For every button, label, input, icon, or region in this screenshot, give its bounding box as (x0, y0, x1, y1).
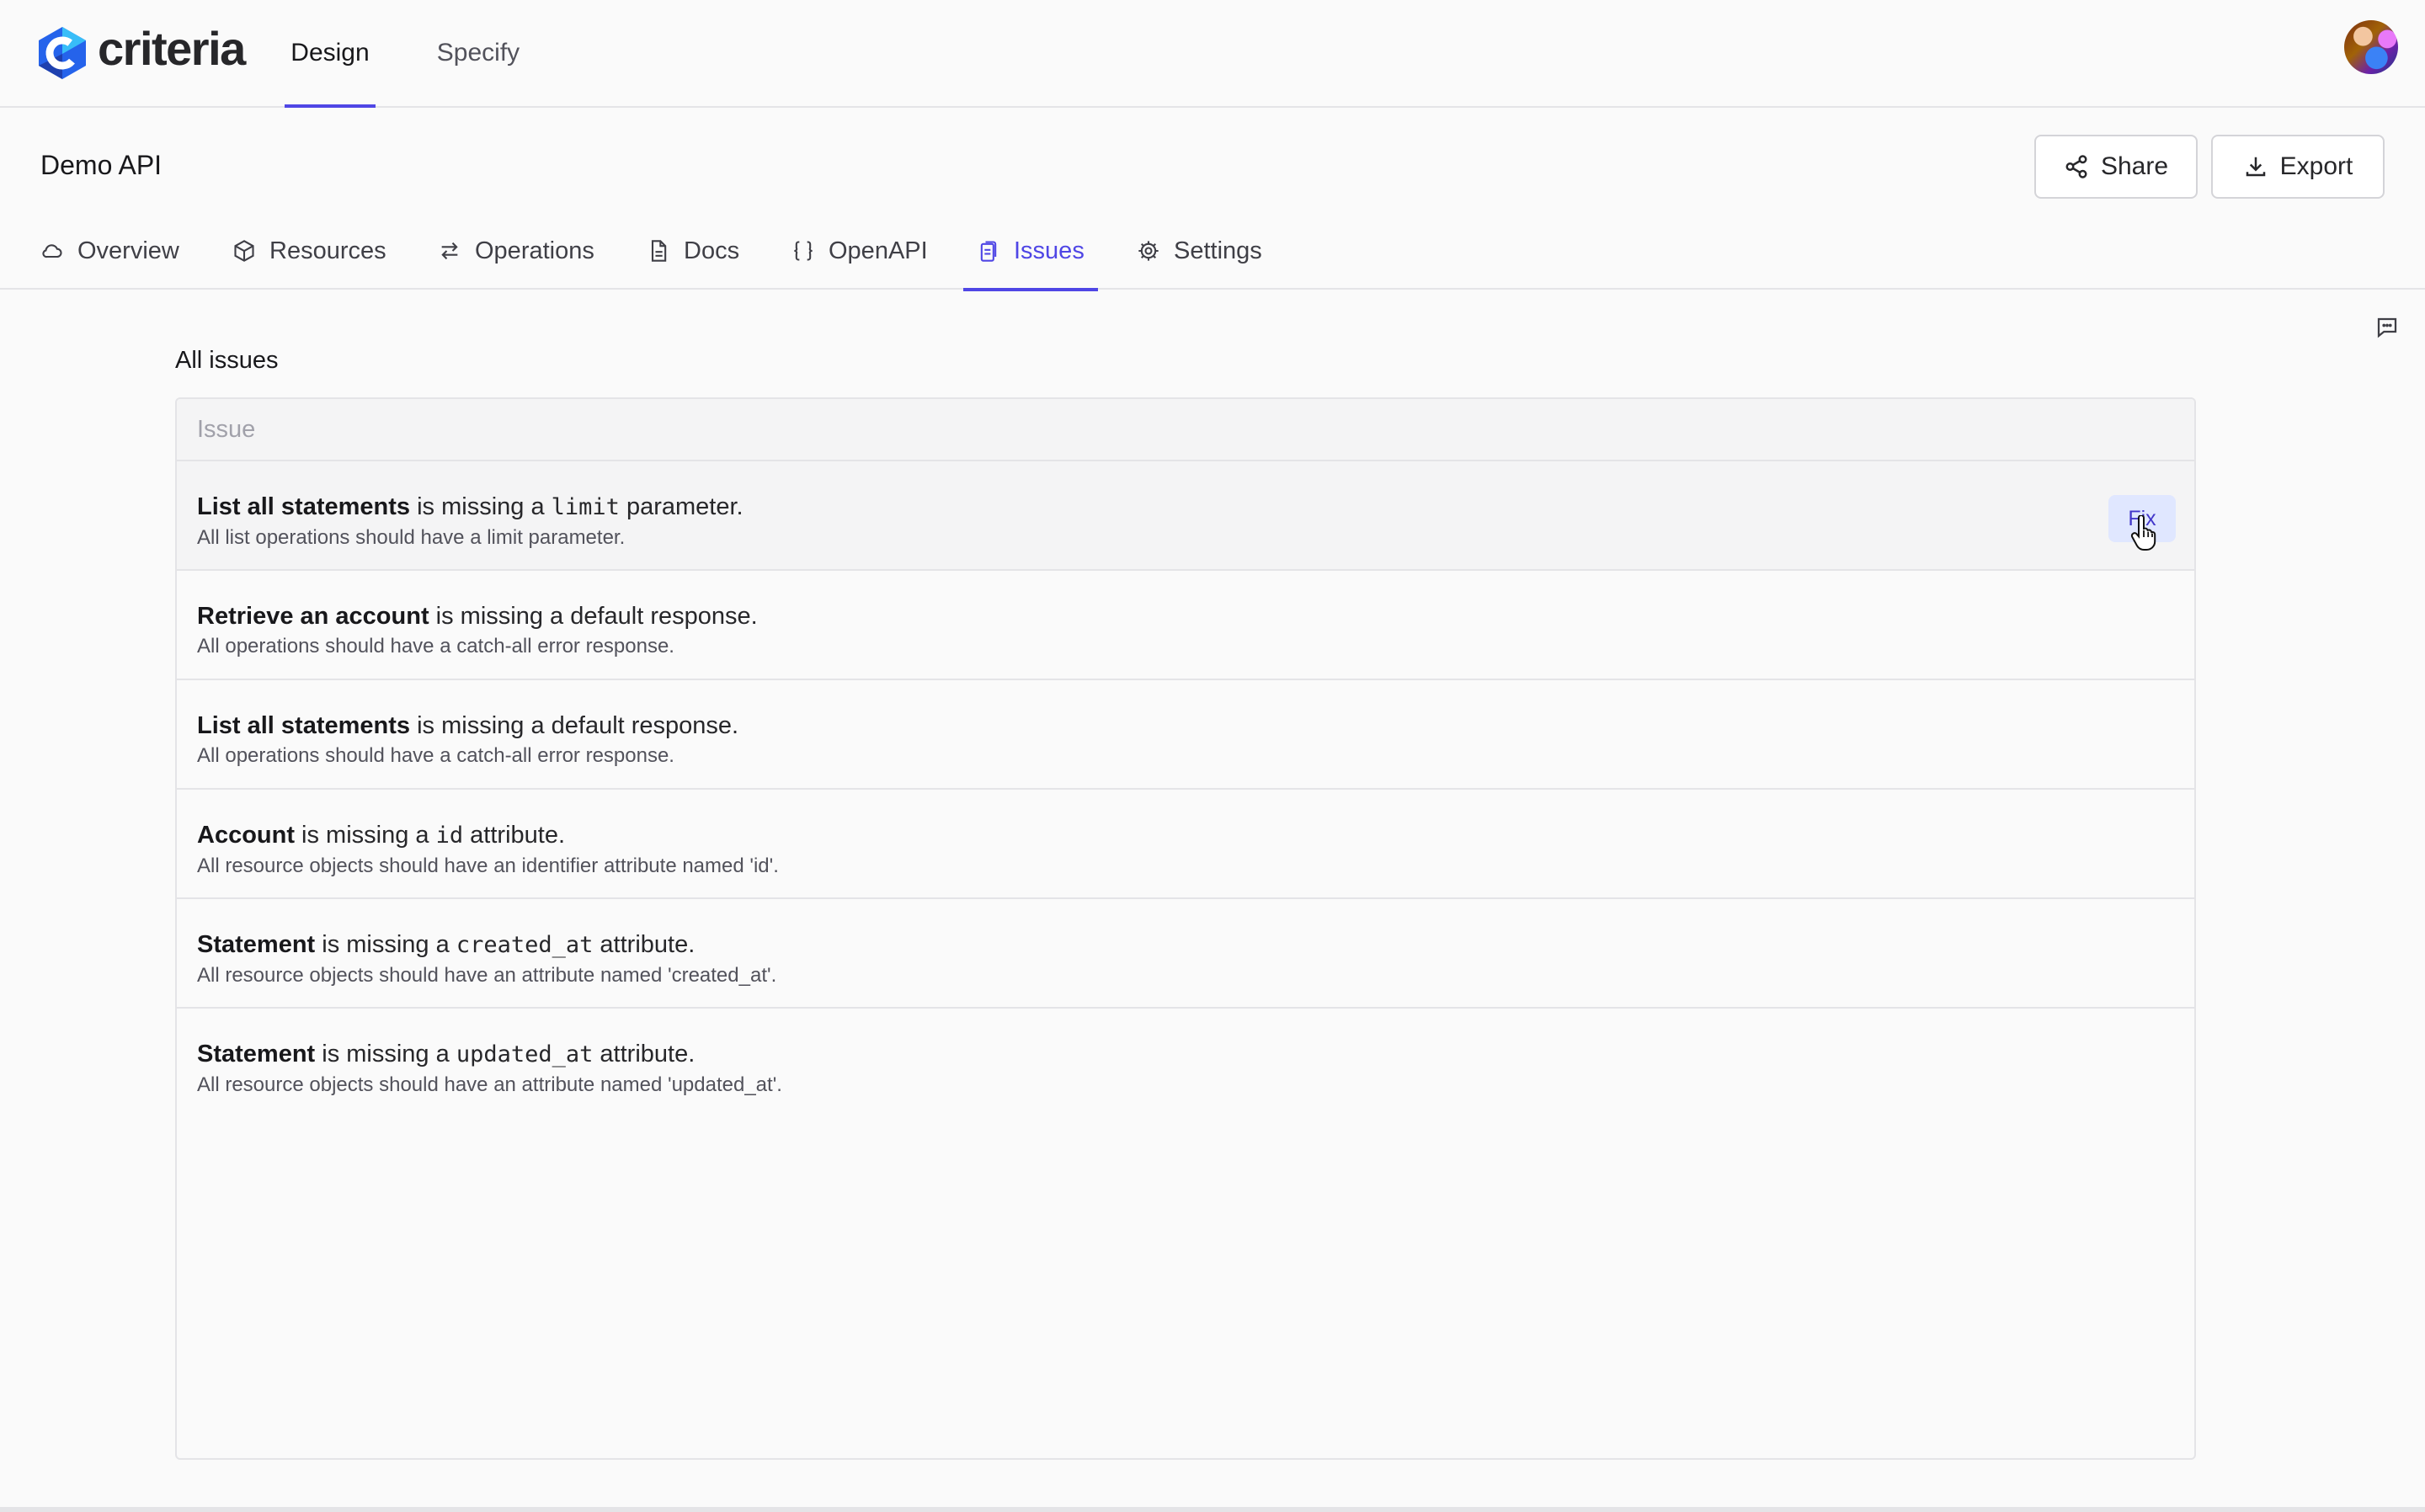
project-tabs: Overview Resources Operations Docs OpenA… (0, 212, 2425, 291)
cube-icon (234, 240, 254, 262)
issue-description: All operations should have a catch-all e… (197, 635, 674, 658)
bottom-divider (0, 1507, 2425, 1512)
issue-title: Account is missing a id attribute. (197, 818, 2194, 853)
criteria-logo-icon (39, 27, 86, 79)
issue-subject: List all statements (197, 493, 411, 520)
issue-title: List all statements is missing a default… (197, 709, 2194, 743)
table-row[interactable]: Account is missing a id attribute. All r… (177, 790, 2194, 899)
table-row[interactable]: List all statements is missing a default… (177, 680, 2194, 790)
tab-resources[interactable]: Resources (232, 212, 386, 290)
issue-text: is missing a (295, 822, 436, 849)
cloud-icon (42, 244, 62, 258)
issue-code: updated_at (456, 1041, 594, 1067)
download-icon (2246, 157, 2265, 177)
tab-label: Resources (269, 237, 386, 264)
tab-label: Docs (684, 237, 740, 264)
issue-title: Statement is missing a created_at attrib… (197, 928, 2194, 962)
tab-label: Issues (1014, 237, 1085, 264)
document-icon (651, 240, 667, 262)
top-tab-design[interactable]: Design (285, 0, 376, 108)
issue-description: All operations should have a catch-all e… (197, 744, 674, 767)
gear-icon (1138, 241, 1159, 261)
tab-docs[interactable]: Docs (647, 212, 739, 290)
page-title: Demo API (40, 150, 163, 180)
issue-text: is missing a default response. (429, 603, 758, 630)
braces-icon (794, 241, 813, 261)
issue-text: attribute. (463, 822, 566, 849)
tab-label: Settings (1174, 237, 1262, 264)
export-button-label: Export (2279, 152, 2353, 180)
hand-cursor-icon (2130, 515, 2156, 551)
logo-wordmark: criteria (98, 21, 246, 75)
issues-table: Issue List all statements is missing a l… (175, 397, 2196, 1460)
issue-text: is missing a (315, 1041, 456, 1067)
criteria-logo[interactable]: criteria (35, 22, 246, 81)
export-button[interactable]: Export (2211, 135, 2385, 199)
issue-code: limit (551, 494, 620, 520)
tab-operations[interactable]: Operations (438, 212, 594, 290)
issue-text: attribute. (593, 931, 696, 958)
issue-description: All list operations should have a limit … (197, 526, 626, 549)
issue-title: Retrieve an account is missing a default… (197, 599, 2194, 633)
issue-subject: Account (197, 822, 295, 849)
top-navigation-bar: criteria Design Specify (0, 0, 2425, 108)
comment-icon[interactable] (2374, 315, 2400, 340)
table-header: Issue (177, 399, 2194, 461)
arrows-exchange-icon (441, 242, 458, 260)
top-tab-specify[interactable]: Specify (428, 0, 529, 106)
issue-description: All resource objects should have an attr… (197, 1073, 782, 1096)
issue-text: is missing a default response. (410, 712, 739, 739)
section-title: All issues (175, 347, 279, 374)
top-tab-label: Specify (436, 39, 520, 67)
tab-overview[interactable]: Overview (40, 212, 179, 290)
issue-title: Statement is missing a updated_at attrib… (197, 1037, 2194, 1072)
issue-text: is missing a (315, 931, 456, 958)
tab-label: Operations (475, 237, 594, 264)
table-row[interactable]: Retrieve an account is missing a default… (177, 571, 2194, 680)
issue-description: All resource objects should have an iden… (197, 854, 779, 877)
issue-subject: Statement (197, 931, 316, 958)
tab-label: OpenAPI (829, 237, 928, 264)
tab-settings[interactable]: Settings (1137, 212, 1262, 290)
tab-openapi[interactable]: OpenAPI (791, 212, 928, 290)
clipboard-icon (980, 241, 997, 262)
tab-issues[interactable]: Issues (963, 212, 1098, 291)
share-icon (2065, 155, 2087, 178)
top-tab-label: Design (290, 39, 370, 67)
table-row[interactable]: Statement is missing a created_at attrib… (177, 899, 2194, 1009)
issue-description: All resource objects should have an attr… (197, 964, 777, 987)
issue-code: created_at (456, 932, 594, 958)
issue-subject: List all statements (197, 712, 411, 739)
share-button-label: Share (2100, 152, 2169, 180)
table-row[interactable]: Statement is missing a updated_at attrib… (177, 1009, 2194, 1118)
issue-title: List all statements is missing a limit p… (197, 490, 2194, 524)
share-button[interactable]: Share (2034, 135, 2198, 199)
issue-text: attribute. (593, 1041, 696, 1067)
column-header-issue: Issue (197, 415, 256, 443)
issue-text: is missing a (410, 493, 552, 520)
user-avatar[interactable] (2344, 20, 2398, 74)
tab-label: Overview (77, 237, 179, 264)
issue-subject: Statement (197, 1041, 316, 1067)
issue-code: id (435, 823, 464, 849)
table-row[interactable]: List all statements is missing a limit p… (177, 461, 2194, 571)
issue-text: parameter. (619, 493, 743, 520)
issue-subject: Retrieve an account (197, 603, 429, 630)
